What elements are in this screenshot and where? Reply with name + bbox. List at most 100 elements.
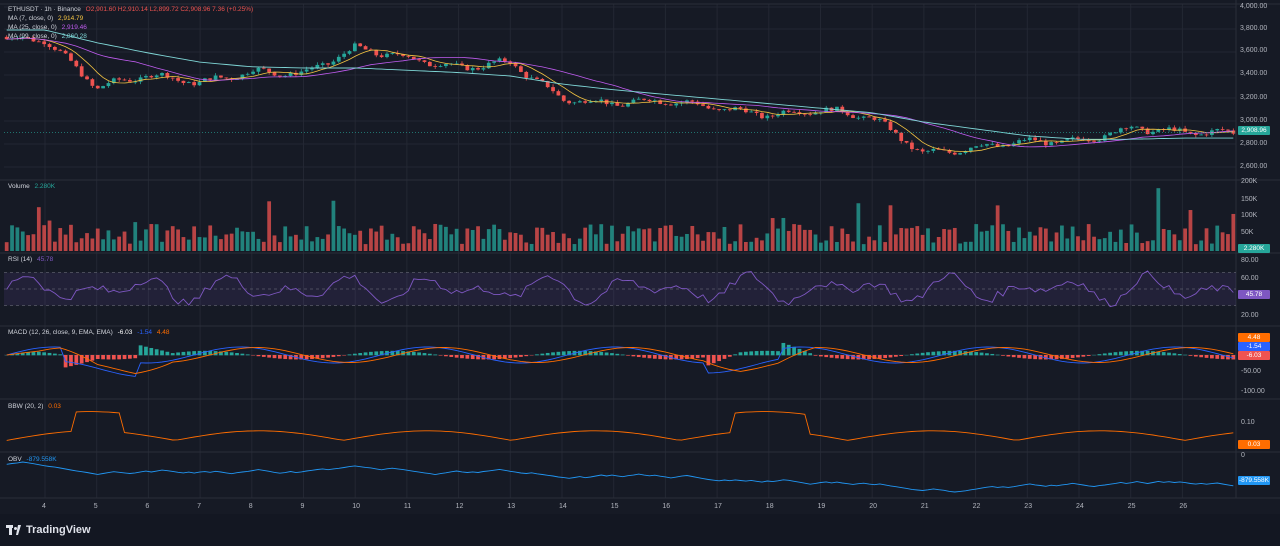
candle-body — [958, 153, 963, 155]
macd-hist-bar — [272, 355, 277, 359]
volume-bar — [797, 224, 802, 251]
volume-bar — [701, 240, 705, 251]
volume-bar — [1065, 238, 1070, 251]
volume-bar — [1027, 231, 1032, 251]
macd-hist-bar — [261, 355, 266, 357]
rsi-label: RSI (14) — [8, 256, 33, 263]
ma7-label: MA (7, close, 0) — [8, 15, 54, 22]
volume-bar — [283, 226, 288, 251]
volume-bar — [390, 233, 395, 251]
volume-bar — [149, 224, 154, 251]
volume-bar — [294, 234, 298, 251]
candle-body — [476, 68, 480, 70]
volume-bar — [122, 231, 127, 251]
time-tick: 26 — [1179, 503, 1188, 510]
macd-hist-bar — [1076, 355, 1080, 358]
macd-hist-bar — [915, 353, 920, 356]
ma25-legend[interactable]: MA (25, close, 0) 2,919.46 — [8, 24, 90, 32]
candle-body — [315, 64, 320, 68]
candle-body — [320, 63, 325, 65]
candle-body — [192, 82, 197, 86]
candle-body — [176, 78, 180, 81]
volume-bar — [256, 238, 261, 251]
rsi-legend[interactable]: RSI (14) 45.78 — [8, 256, 56, 264]
ma99-legend[interactable]: MA (99, close, 0) 2,860.28 — [8, 33, 90, 41]
macd-hist-bar — [910, 354, 914, 356]
volume-bar — [636, 228, 641, 251]
macd-hist-bar — [1001, 355, 1005, 356]
volume-bar — [1017, 227, 1021, 251]
price-tick: 3,600.00 — [1240, 47, 1268, 54]
macd-hist-bar — [433, 354, 438, 356]
volume-bar — [952, 227, 957, 251]
volume-bar — [626, 226, 630, 251]
candle-body — [1065, 139, 1070, 141]
volume-bar — [117, 236, 122, 251]
volume-bar — [245, 231, 250, 251]
macd-tick: -50.00 — [1241, 368, 1261, 375]
ma7-legend[interactable]: MA (7, close, 0) 2,914.79 — [8, 15, 86, 23]
time-tick: 24 — [1076, 503, 1084, 510]
volume-bar — [261, 241, 266, 251]
symbol-legend: ETHUSDT · 1h · Binance O2,901.60 H2,910.… — [8, 6, 256, 14]
macd-hist-bar — [744, 351, 748, 356]
volume-bar — [508, 232, 513, 251]
macd-hist-bar — [460, 355, 464, 359]
candle-body — [835, 106, 839, 111]
volume-bar — [513, 233, 518, 251]
macd-tick: -100.00 — [1241, 388, 1265, 395]
volume-bar — [197, 237, 202, 251]
candle-body — [910, 142, 914, 150]
macd-legend[interactable]: MACD (12, 26, close, 9, EMA, EMA) -6.03 … — [8, 329, 173, 337]
volume-bar — [202, 237, 207, 251]
candle-body — [219, 75, 223, 78]
macd-hist-bar — [990, 353, 995, 356]
candle-body — [1017, 140, 1021, 144]
macd-hist-bar — [604, 352, 609, 356]
price-tick: 2,600.00 — [1240, 163, 1268, 170]
volume-bar — [851, 241, 855, 251]
macd-hist-bar — [449, 355, 454, 357]
candle-body — [561, 95, 566, 101]
volume-bar — [192, 226, 197, 251]
candle-body — [990, 143, 995, 145]
volume-bar — [1172, 234, 1177, 251]
macd-hist-bar — [229, 352, 234, 356]
volume-legend[interactable]: Volume 2.280K — [8, 183, 58, 191]
time-tick: 5 — [93, 503, 98, 510]
time-tick: 23 — [1024, 503, 1033, 510]
candle-body — [738, 107, 743, 109]
macd-hist-bar — [642, 355, 646, 358]
candle-body — [1102, 135, 1107, 141]
volume-bar — [1193, 244, 1198, 251]
candle-body — [620, 105, 625, 107]
volume-bar — [1086, 224, 1091, 251]
bbw-legend[interactable]: BBW (20, 2) 0.03 — [8, 403, 64, 411]
macd-hist-bar — [58, 354, 63, 356]
macd-hist-bar — [1108, 352, 1112, 356]
volume-bar — [79, 238, 84, 251]
volume-bar — [481, 238, 486, 251]
volume-bar — [10, 225, 14, 251]
candle-body — [256, 67, 261, 72]
volume-bar — [406, 243, 411, 251]
candle-body — [1151, 131, 1155, 135]
candle-body — [872, 117, 877, 120]
candle-body — [90, 79, 95, 86]
price-tick: 3,400.00 — [1240, 70, 1268, 77]
macd-hist-bar — [1017, 355, 1021, 358]
candle-body — [711, 108, 716, 110]
candle-body — [1226, 129, 1230, 131]
candle-body — [642, 98, 646, 100]
time-tick: 14 — [559, 503, 567, 510]
candle-body — [567, 100, 571, 104]
candle-body — [888, 121, 893, 130]
chart-canvas[interactable] — [0, 0, 1280, 546]
volume-bar — [1124, 243, 1129, 251]
volume-bar — [133, 222, 138, 251]
volume-bar — [963, 241, 968, 251]
tradingview-logo[interactable]: TradingView — [6, 523, 91, 537]
candle-body — [877, 119, 882, 120]
macd-hist-bar — [920, 352, 925, 356]
obv-legend[interactable]: OBV -879.558K — [8, 456, 60, 464]
